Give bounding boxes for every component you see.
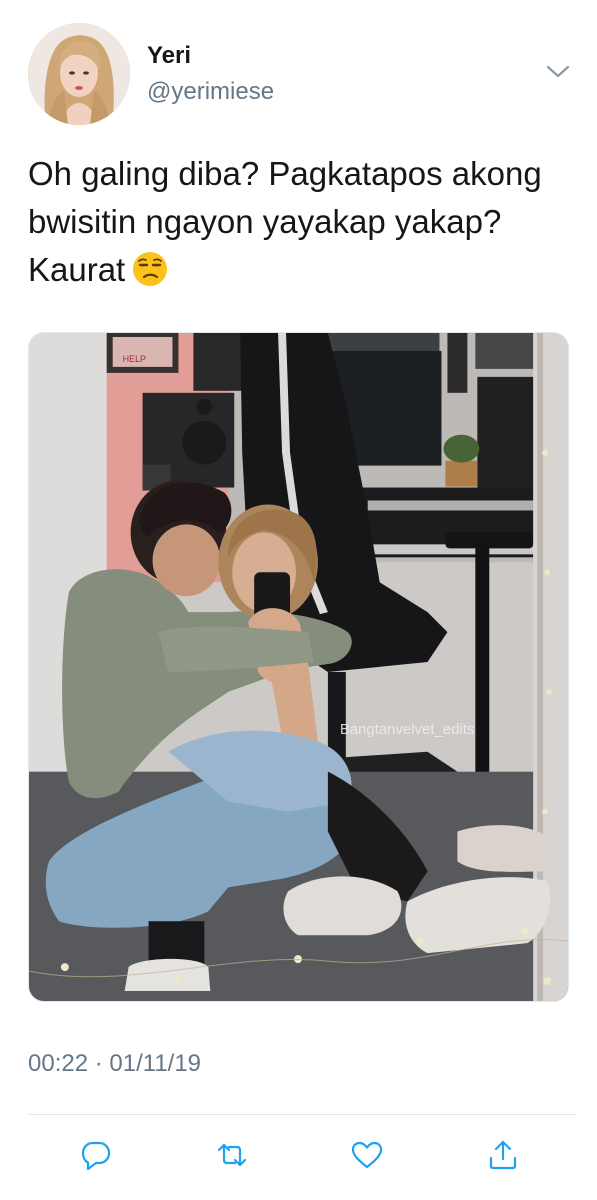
reply-button[interactable] — [76, 1133, 116, 1177]
divider — [28, 1114, 576, 1115]
tweet-text: Oh galing diba? Pagkatapos akong bwisiti… — [28, 155, 542, 288]
action-bar — [0, 1133, 597, 1183]
chevron-down-icon[interactable] — [544, 62, 572, 82]
retweet-button[interactable] — [212, 1133, 252, 1177]
share-button[interactable] — [483, 1133, 523, 1177]
tweet-photo[interactable]: HELP Bangtanvelvet_edits — [28, 332, 569, 1002]
unamused-face-icon — [133, 252, 168, 286]
like-button[interactable] — [347, 1133, 387, 1177]
heart-icon — [351, 1141, 383, 1169]
tweet-timestamp[interactable]: 00:22 · 01/11/19 — [28, 1050, 201, 1078]
author-name[interactable]: Yeri — [147, 42, 191, 70]
share-icon — [489, 1140, 517, 1170]
tweet: Yeri @yerimiese Oh galing diba? Pagkatap… — [0, 0, 597, 1200]
retweet-icon — [217, 1143, 247, 1167]
reply-icon — [81, 1141, 111, 1171]
tweet-text-container: Oh galing diba? Pagkatapos akong bwisiti… — [28, 150, 573, 294]
author-avatar[interactable] — [28, 23, 130, 125]
author-handle[interactable]: @yerimiese — [147, 78, 274, 106]
